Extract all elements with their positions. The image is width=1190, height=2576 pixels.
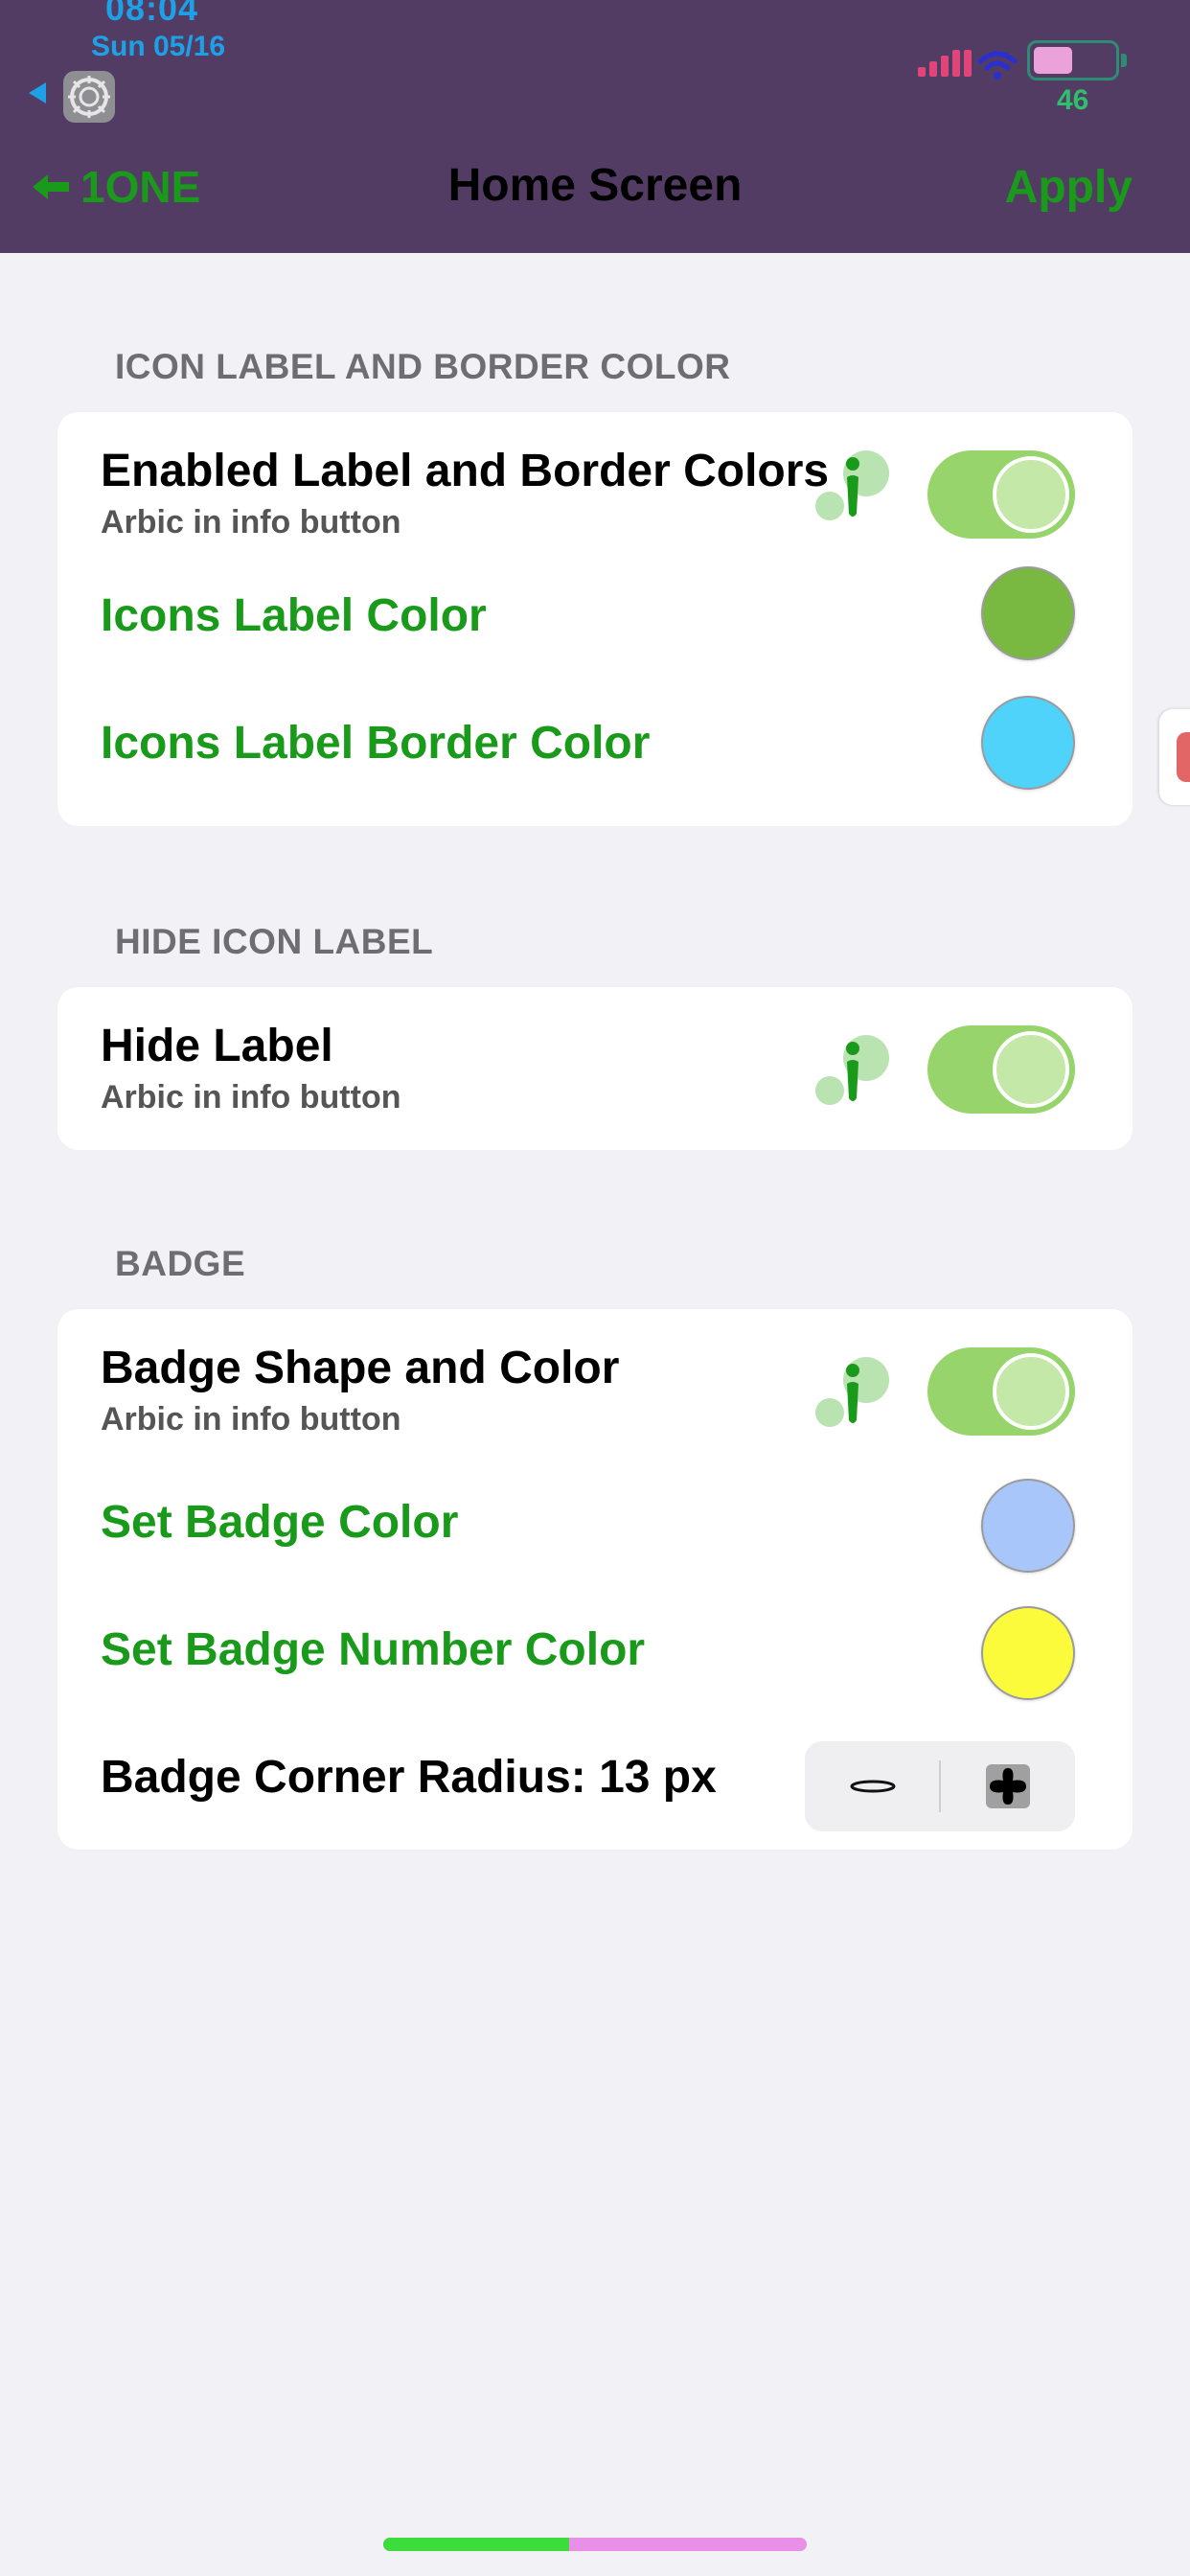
home-indicator-fill: [383, 2538, 570, 2551]
row-title: Set Badge Color: [101, 1497, 459, 1548]
settings-gear-icon[interactable]: [63, 71, 115, 123]
row-title: Set Badge Number Color: [101, 1624, 646, 1675]
row-badge-corner-radius: Badge Corner Radius: 13 px: [57, 1707, 1133, 1850]
hide-label-toggle[interactable]: [927, 1025, 1075, 1114]
increment-button[interactable]: [940, 1741, 1075, 1831]
battery-icon: [1027, 40, 1119, 80]
row-title: Badge Corner Radius: 13 px: [101, 1752, 717, 1803]
row-badge-number-color[interactable]: Set Badge Number Color: [57, 1577, 1133, 1707]
corner-radius-stepper: [805, 1741, 1075, 1831]
row-title: Icons Label Border Color: [101, 718, 651, 769]
badge-number-color-swatch[interactable]: [981, 1606, 1075, 1700]
row-title: Icons Label Color: [101, 590, 487, 641]
info-icon[interactable]: [814, 1353, 891, 1430]
back-triangle-icon[interactable]: [29, 82, 46, 104]
card-badge: Badge Shape and Color Arbic in info butt…: [57, 1309, 1133, 1850]
row-badge-color[interactable]: Set Badge Color: [57, 1448, 1133, 1577]
row-hide-label: Hide Label Arbic in info button: [57, 987, 1133, 1150]
row-title: Hide Label: [101, 1021, 333, 1071]
row-subtitle: Arbic in info button: [101, 504, 401, 540]
row-badge-shape: Badge Shape and Color Arbic in info butt…: [57, 1309, 1133, 1448]
badge-color-swatch[interactable]: [981, 1479, 1075, 1573]
wifi-icon: [977, 51, 1018, 80]
row-subtitle: Arbic in info button: [101, 1401, 401, 1438]
info-icon[interactable]: [814, 1031, 891, 1108]
section-header-badge: BADGE: [115, 1244, 246, 1283]
enable-label-colors-toggle[interactable]: [927, 450, 1075, 539]
card-label-color: Enabled Label and Border Colors Arbic in…: [57, 412, 1133, 826]
section-header-label-color: ICON LABEL AND BORDER COLOR: [115, 347, 731, 386]
border-color-swatch[interactable]: [981, 696, 1075, 790]
row-title: Enabled Label and Border Colors: [101, 446, 830, 496]
header-bar: 08:04 Sun 05/16 46 1ONE Home Screen Appl…: [0, 0, 1190, 253]
minus-icon: [850, 1780, 895, 1793]
side-panel-tab[interactable]: [1159, 709, 1190, 805]
decrement-button[interactable]: [805, 1741, 940, 1831]
toggle-knob: [993, 1031, 1069, 1108]
section-header-hide-label: HIDE ICON LABEL: [115, 922, 434, 961]
plus-icon: [985, 1764, 1030, 1808]
battery-percent: 46: [1057, 84, 1089, 116]
row-icons-label-color[interactable]: Icons Label Color: [57, 551, 1133, 680]
label-color-swatch[interactable]: [981, 566, 1075, 660]
home-indicator: [383, 2538, 807, 2551]
battery-fill: [1034, 47, 1072, 74]
row-subtitle: Arbic in info button: [101, 1079, 401, 1116]
status-date: Sun 05/16: [91, 31, 226, 62]
apply-button[interactable]: Apply: [1005, 161, 1133, 214]
row-title: Badge Shape and Color: [101, 1343, 620, 1393]
row-enable-label-colors: Enabled Label and Border Colors Arbic in…: [57, 412, 1133, 551]
card-hide-label: Hide Label Arbic in info button: [57, 987, 1133, 1150]
badge-shape-toggle[interactable]: [927, 1347, 1075, 1436]
row-icons-border-color[interactable]: Icons Label Border Color: [57, 680, 1133, 810]
side-tab-icon: [1177, 732, 1190, 782]
toggle-knob: [993, 456, 1069, 533]
battery-cap: [1121, 54, 1127, 67]
toggle-knob: [993, 1353, 1069, 1430]
cellular-signal-icon: [918, 50, 972, 77]
info-icon[interactable]: [814, 447, 891, 523]
status-time: 08:04: [105, 0, 199, 28]
